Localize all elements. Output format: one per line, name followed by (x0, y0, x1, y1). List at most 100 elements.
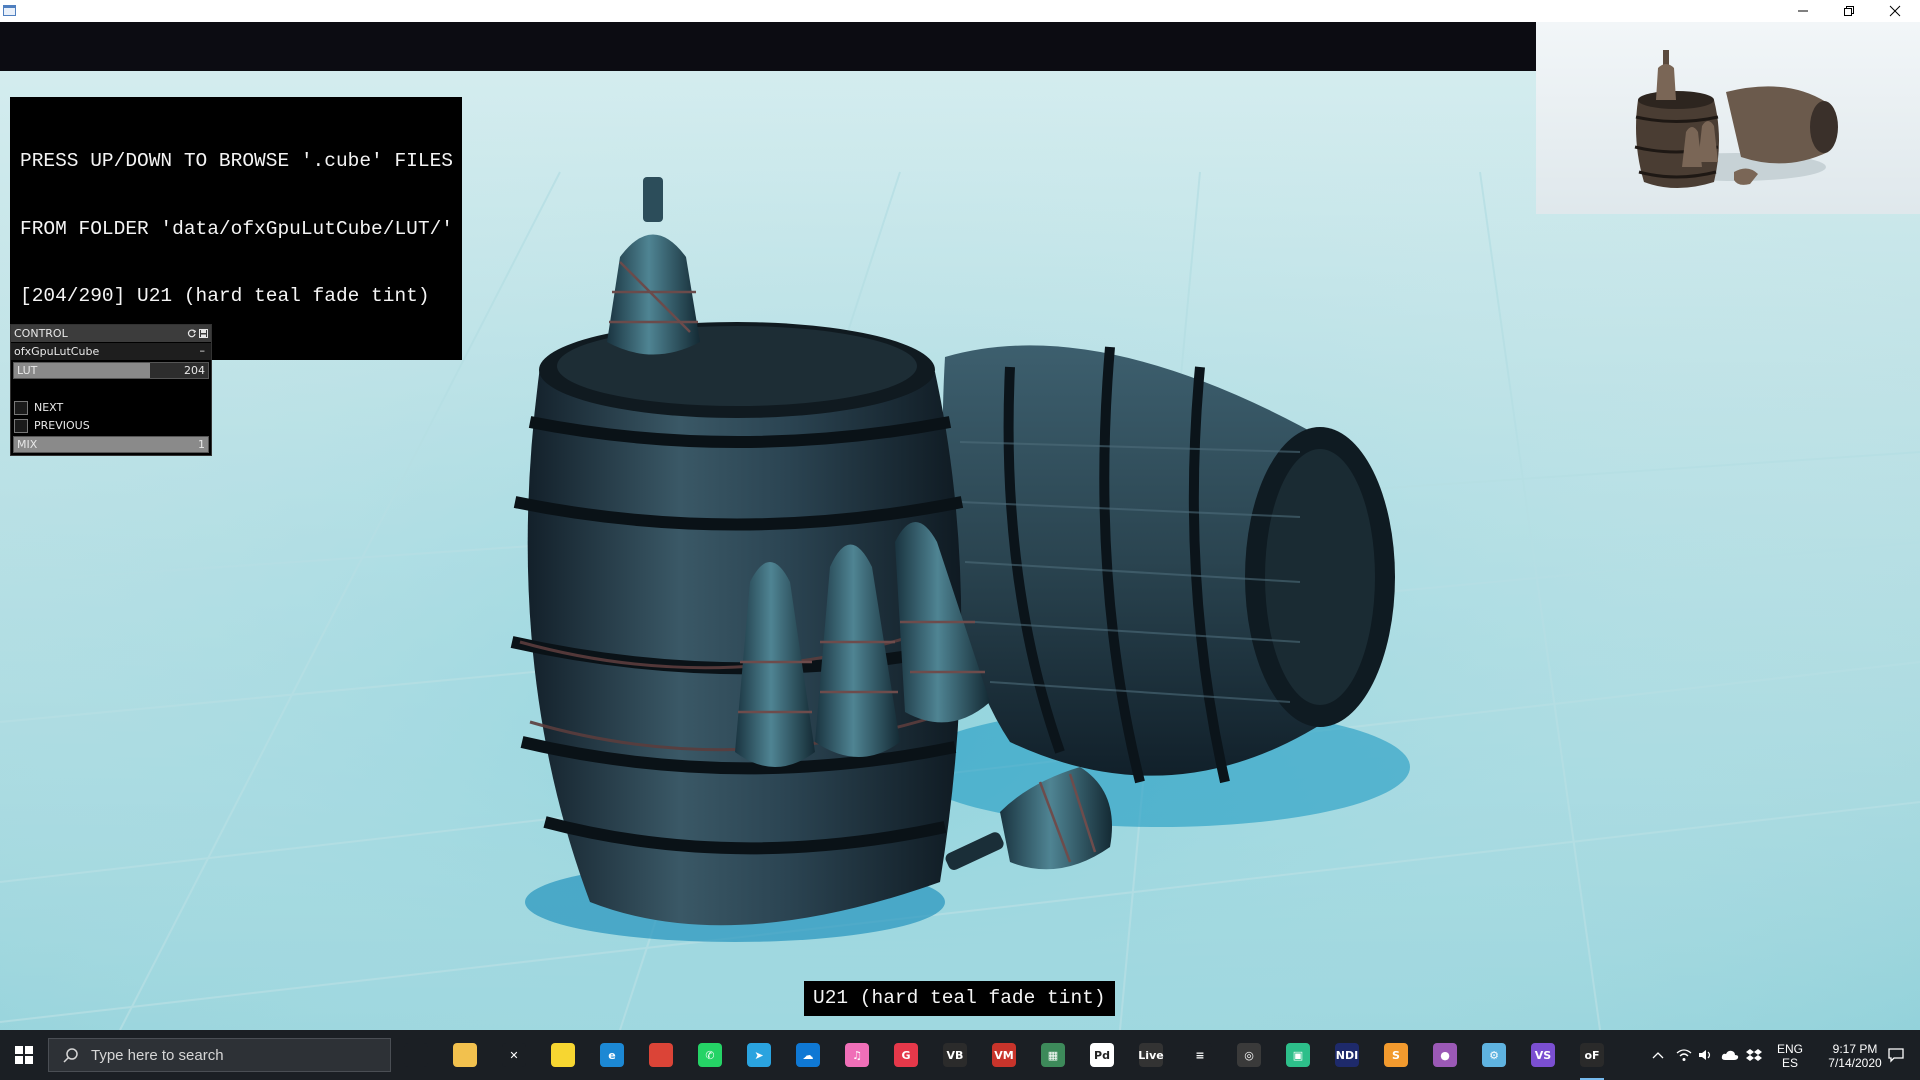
edge-icon: e (600, 1043, 624, 1067)
previous-label: PREVIOUS (34, 419, 90, 432)
restore-button[interactable] (1826, 0, 1872, 22)
next-checkbox[interactable] (14, 400, 28, 415)
next-toggle[interactable]: NEXT (11, 399, 211, 416)
taskbar-app-edge[interactable]: e (596, 1039, 628, 1071)
language-code: ENG (1776, 1042, 1803, 1056)
speaker-icon (1699, 1050, 1711, 1060)
taskbar-app-voicemeeter[interactable]: VM (988, 1039, 1020, 1071)
previous-checkbox[interactable] (14, 418, 28, 433)
menu-app-icon: ≡ (1188, 1043, 1212, 1067)
openframeworks-icon: oF (1580, 1043, 1604, 1067)
dropbox-tray-icon[interactable] (1744, 1045, 1764, 1065)
collapse-group-button[interactable]: – (200, 344, 206, 357)
voicemeeter-icon: VM (992, 1043, 1016, 1067)
taskbar-app-discord-app[interactable]: ● (1429, 1039, 1461, 1071)
sublime-icon: S (1384, 1043, 1408, 1067)
minimize-button[interactable] (1780, 0, 1826, 22)
sticky-notes-icon (551, 1043, 575, 1067)
game-app-icon: ▣ (1286, 1043, 1310, 1067)
mix-slider-label: MIX (17, 438, 38, 451)
lut-slider-label: LUT (17, 364, 38, 377)
input-language-indicator[interactable]: ENG ES (1772, 1042, 1808, 1070)
taskbar-app-sublime[interactable]: S (1380, 1039, 1412, 1071)
settings-app-icon: ⚙ (1482, 1043, 1506, 1067)
visual-studio-icon: VS (1531, 1043, 1555, 1067)
search-input[interactable] (89, 1045, 353, 1065)
grammarly-icon: G (894, 1043, 918, 1067)
file-explorer-icon (453, 1043, 477, 1067)
network-tray-icon[interactable] (1674, 1045, 1694, 1065)
show-hidden-icons-button[interactable] (1648, 1045, 1668, 1065)
taskbar-app-obs[interactable]: ◎ (1233, 1039, 1265, 1071)
onedrive-icon: ☁ (796, 1043, 820, 1067)
taskbar-app-vb-audio[interactable]: VB (939, 1039, 971, 1071)
taskbar-app-ableton-live[interactable]: Live (1135, 1039, 1167, 1071)
taskbar-app-xampp[interactable]: ✕ (498, 1039, 530, 1071)
next-label: NEXT (34, 401, 64, 414)
taskbar-app-task-view[interactable] (400, 1039, 432, 1071)
reload-icon[interactable] (187, 328, 197, 338)
notification-icon (1888, 1048, 1904, 1063)
lut-slider-value: 204 (184, 364, 205, 377)
control-panel: CONTROL ofxGpuLutCube – LUT 204 NEXT PRE… (10, 324, 212, 456)
taskbar-app-ndi[interactable]: NDI (1331, 1039, 1363, 1071)
taskbar-app-itunes[interactable]: ♫ (841, 1039, 873, 1071)
taskbar-app-chrome[interactable] (645, 1039, 677, 1071)
taskbar-search[interactable] (48, 1038, 391, 1072)
app-window-icon (3, 5, 16, 16)
windows-logo-icon (15, 1046, 33, 1064)
mix-slider-fill (14, 437, 208, 452)
start-button[interactable] (0, 1030, 48, 1080)
pd-icon: Pd (1090, 1043, 1114, 1067)
windows-taskbar: ✕e✆➤☁♫GVBVM▦PdLive≡◎▣NDIS●⚙VSoF ENG ES 9… (0, 1030, 1920, 1080)
render-viewport[interactable]: PRESS UP/DOWN TO BROWSE '.cube' FILES FR… (0, 22, 1920, 1030)
taskbar-app-whatsapp[interactable]: ✆ (694, 1039, 726, 1071)
ndi-icon: NDI (1335, 1043, 1359, 1067)
mix-slider[interactable]: MIX 1 (13, 436, 209, 453)
taskbar-app-telegram[interactable]: ➤ (743, 1039, 775, 1071)
save-icon[interactable] (199, 328, 208, 338)
taskbar-app-game-app[interactable]: ▣ (1282, 1039, 1314, 1071)
restore-icon (1844, 6, 1854, 16)
action-center-button[interactable] (1876, 1043, 1916, 1067)
ableton-live-icon: Live (1138, 1043, 1164, 1067)
close-icon (1889, 5, 1901, 17)
taskbar-app-menu-app[interactable]: ≡ (1184, 1039, 1216, 1071)
dropbox-icon (1746, 1049, 1762, 1061)
chrome-icon (649, 1043, 673, 1067)
chevron-up-icon (1652, 1052, 1664, 1059)
taskbar-app-visual-studio[interactable]: VS (1527, 1039, 1559, 1071)
current-lut-caption: U21 (hard teal fade tint) (804, 981, 1115, 1016)
vb-audio-icon: VB (943, 1043, 967, 1067)
taskbar-app-grammarly[interactable]: G (890, 1039, 922, 1071)
taskbar-app-settings-app[interactable]: ⚙ (1478, 1039, 1510, 1071)
whatsapp-icon: ✆ (698, 1043, 722, 1067)
keyboard-layout-code: ES (1781, 1056, 1798, 1070)
panel-group-header[interactable]: ofxGpuLutCube – (11, 342, 211, 360)
minimize-icon (1798, 10, 1808, 12)
taskbar-app-pd[interactable]: Pd (1086, 1039, 1118, 1071)
taskbar-app-synth-app[interactable]: ▦ (1037, 1039, 1069, 1071)
volume-tray-icon[interactable] (1696, 1045, 1716, 1065)
taskbar-app-file-explorer[interactable] (449, 1039, 481, 1071)
xampp-icon: ✕ (502, 1043, 526, 1067)
panel-title: CONTROL (14, 327, 68, 340)
top-black-bar (0, 22, 1536, 71)
previous-toggle[interactable]: PREVIOUS (11, 417, 211, 434)
discord-app-icon: ● (1433, 1043, 1457, 1067)
taskbar-app-openframeworks[interactable]: oF (1576, 1039, 1608, 1080)
panel-spacer (11, 381, 211, 398)
synth-app-icon: ▦ (1041, 1043, 1065, 1067)
panel-header[interactable]: CONTROL (11, 325, 211, 342)
close-button[interactable] (1872, 0, 1918, 22)
onedrive-tray-icon[interactable] (1720, 1045, 1740, 1065)
group-title: ofxGpuLutCube (14, 345, 100, 358)
instruction-line-2: FROM FOLDER 'data/ofxGpuLutCube/LUT/' (20, 217, 453, 240)
lut-slider[interactable]: LUT 204 (13, 362, 209, 379)
taskbar-app-onedrive[interactable]: ☁ (792, 1039, 824, 1071)
cloud-icon (1721, 1050, 1739, 1060)
search-icon (63, 1048, 78, 1063)
taskbar-app-sticky-notes[interactable] (547, 1039, 579, 1071)
telegram-icon: ➤ (747, 1043, 771, 1067)
current-lut-status: [204/290] U21 (hard teal fade tint) (20, 285, 430, 307)
